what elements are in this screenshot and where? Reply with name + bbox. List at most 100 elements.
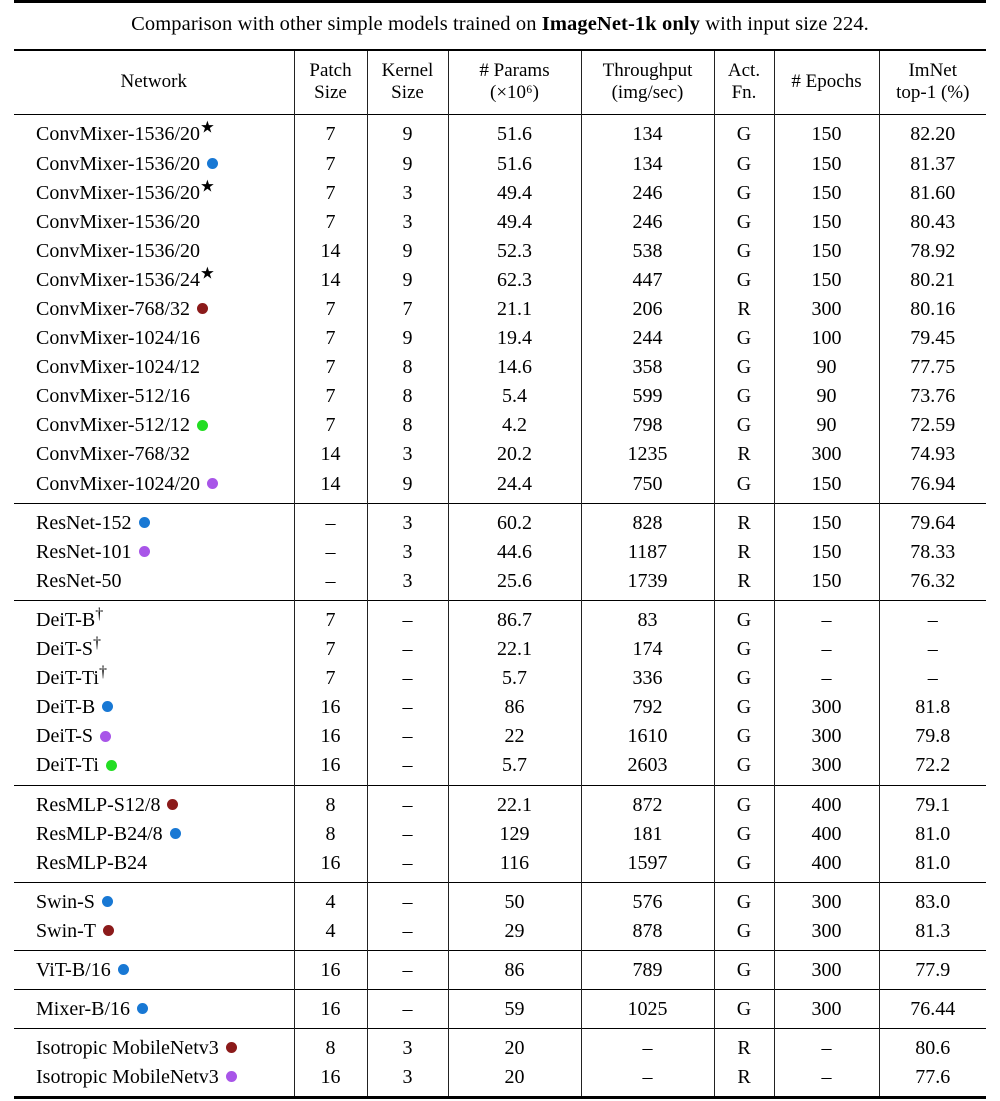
cell-network: ResNet-50 (14, 566, 294, 600)
marker-dot-green (197, 419, 209, 431)
cell-patch_size: 16 (293, 692, 367, 722)
cell-params: 5.7 (447, 663, 581, 693)
cell-network: ConvMixer-1536/20★ (14, 175, 294, 207)
table-row[interactable]: Swin-T 4–29 878 G 300 81.3 (14, 916, 987, 951)
cell-params: 52.3 (447, 236, 581, 266)
cell-patch_size: 7 (293, 178, 367, 208)
cell-imnet_top1: 77.6 (878, 1062, 987, 1098)
network-name: ConvMixer-1024/20 (36, 472, 201, 495)
cell-network: ViT-B/16 (14, 950, 294, 989)
cell-network: DeiT-Ti (14, 751, 294, 785)
table-row[interactable]: Isotropic MobileNetv3 8 3 20– R –80.6 (14, 1028, 987, 1063)
cell-params: 59 (447, 989, 581, 1029)
cell-imnet_top1: – (878, 663, 987, 693)
table-row[interactable]: DeiT-Ti† 7–5.7 336 G – – (14, 663, 987, 693)
network-name: Mixer-B/16 (36, 998, 131, 1021)
table-row[interactable]: DeiT-Ti 16–5.7 2603 G 300 72.2 (14, 750, 987, 785)
cell-params: 29 (447, 916, 581, 951)
table-row[interactable]: ConvMixer-1536/20 7 9 51.6 134 G 150 81.37 (14, 149, 987, 179)
cell-throughput: 576 (580, 882, 714, 917)
table-row[interactable]: DeiT-B† 7–86.7 83 G – – (14, 600, 987, 635)
cell-params: 62.3 (447, 265, 581, 295)
cell-params: 14.6 (447, 352, 581, 382)
cell-epochs: 150 (773, 114, 879, 150)
table-row[interactable]: Swin-S 4–50 576 G 300 83.0 (14, 882, 987, 917)
network-name: ConvMixer-1536/24 (36, 268, 201, 291)
table-row[interactable]: ConvMixer-768/32 7 7 21.1 206 R 300 80.16 (14, 294, 987, 324)
cell-imnet_top1: 82.20 (878, 114, 987, 150)
cell-throughput: 1739 (580, 566, 714, 601)
table-row[interactable]: ConvMixer-768/32 14 3 20.2 1235 R 300 74.93 (14, 439, 987, 470)
table-row[interactable]: ConvMixer-1536/20★ 7 9 51.6 134 G 150 82.20 (14, 114, 987, 150)
cell-network: ConvMixer-1536/20★ (14, 115, 294, 149)
table-row[interactable]: DeiT-S† 7–22.1 174 G – – (14, 634, 987, 664)
marker-dot-darkred (167, 798, 179, 810)
table-row[interactable]: ResMLP-B24/8 8–129 181 G 400 81.0 (14, 819, 987, 849)
cell-epochs: 300 (773, 882, 879, 917)
cell-patch_size: 7 (293, 294, 367, 324)
cell-imnet_top1: 72.2 (878, 750, 987, 785)
header-row: Network Patch Size Kernel Size # Params (×10⁶)… (14, 49, 987, 115)
table-row[interactable]: DeiT-B 16–86 792 G 300 81.8 (14, 692, 987, 722)
network-name: Swin-T (36, 919, 96, 942)
cell-epochs: – (773, 1028, 879, 1063)
cell-patch_size: 14 (293, 265, 367, 295)
table-row[interactable]: ResNet-101 –3 44.6 1187 R 150 78.33 (14, 537, 987, 567)
cell-imnet_top1: – (878, 600, 987, 635)
table-row[interactable]: ViT-B/16 16–86 789 G 300 77.9 (14, 950, 987, 990)
cell-imnet_top1: 76.44 (878, 989, 987, 1029)
dagger-marker-icon: † (99, 663, 107, 681)
cell-act_fn: R (713, 294, 774, 324)
cell-epochs: – (773, 600, 879, 635)
cell-kernel_size: 3 (366, 503, 448, 538)
cell-kernel_size: – (366, 663, 448, 693)
table-row[interactable]: DeiT-S 16–22 1610 G 300 79.8 (14, 721, 987, 751)
table-row[interactable]: ConvMixer-1536/24★ 14 9 62.3 447 G 150 80.21 (14, 265, 987, 295)
cell-network: ConvMixer-1536/20 (14, 236, 294, 265)
cell-patch_size: 14 (293, 469, 367, 504)
header-line2: top-1 (%) (896, 82, 970, 104)
cell-imnet_top1: 74.93 (878, 439, 987, 470)
star-marker-icon: ★ (200, 175, 215, 195)
cell-act_fn: G (713, 149, 774, 179)
marker-dot-green (106, 759, 117, 771)
cell-throughput: 246 (580, 178, 714, 208)
table-row[interactable]: ConvMixer-1536/20★ 7 3 49.4 246 G 150 81.60 (14, 175, 987, 208)
table-row[interactable]: ConvMixer-1024/20 14 9 24.4 750 G 150 76.94 (14, 469, 987, 504)
column-header-imnet_top1: ImNet top-1 (%) (878, 49, 987, 115)
cell-act_fn: G (713, 882, 774, 917)
table-row[interactable]: Mixer-B/16 16–59 1025 G 300 76.44 (14, 989, 987, 1029)
table-row[interactable]: Isotropic MobileNetv3 16 3 20– R –77.6 (14, 1062, 987, 1098)
table-row[interactable]: ConvMixer-1536/20 7 3 49.4 246 G 150 80.43 (14, 207, 987, 237)
cell-kernel_size: 9 (366, 149, 448, 179)
table-row[interactable]: ResNet-50 –3 25.6 1739 R 150 76.32 (14, 566, 987, 601)
table-row[interactable]: ConvMixer-1024/16 7 9 19.4 244 G 100 79.45 (14, 323, 987, 353)
cell-network: DeiT-S (14, 722, 294, 751)
network-name: DeiT-S (36, 638, 94, 661)
table-row[interactable]: ConvMixer-512/16 7 8 5.4 599 G 90 73.76 (14, 381, 987, 411)
header-line2: (×10⁶) (490, 82, 539, 104)
table-row[interactable]: ConvMixer-1536/20 14 9 52.3 538 G 150 78.92 (14, 236, 987, 266)
cell-patch_size: 7 (293, 663, 367, 693)
cell-act_fn: R (713, 566, 774, 601)
cell-imnet_top1: 73.76 (878, 381, 987, 411)
cell-patch_size: 7 (293, 207, 367, 237)
table-row[interactable]: ConvMixer-1024/12 7 8 14.6 358 G 90 77.75 (14, 352, 987, 382)
cell-imnet_top1: 80.21 (878, 265, 987, 295)
table-row[interactable]: ResNet-152 –3 60.2 828 R 150 79.64 (14, 503, 987, 538)
network-name: ConvMixer-1536/20 (36, 181, 201, 204)
cell-imnet_top1: 83.0 (878, 882, 987, 917)
cell-params: 25.6 (447, 566, 581, 601)
cell-throughput: 206 (580, 294, 714, 324)
cell-params: 49.4 (447, 207, 581, 237)
table-row[interactable]: ResMLP-S12/8 8–22.1 872 G 400 79.1 (14, 785, 987, 820)
cell-patch_size: 7 (293, 323, 367, 353)
cell-epochs: 150 (773, 265, 879, 295)
marker-dot-blue (138, 516, 150, 528)
table-row[interactable]: ResMLP-B24 16–116 1597 G 400 81.0 (14, 848, 987, 883)
table-row[interactable]: ConvMixer-512/12 7 8 4.2 798 G 90 72.59 (14, 410, 987, 440)
cell-network: ConvMixer-1536/20 (14, 207, 294, 236)
cell-params: 24.4 (447, 469, 581, 504)
cell-network: DeiT-Ti† (14, 664, 294, 693)
cell-kernel_size: – (366, 634, 448, 664)
